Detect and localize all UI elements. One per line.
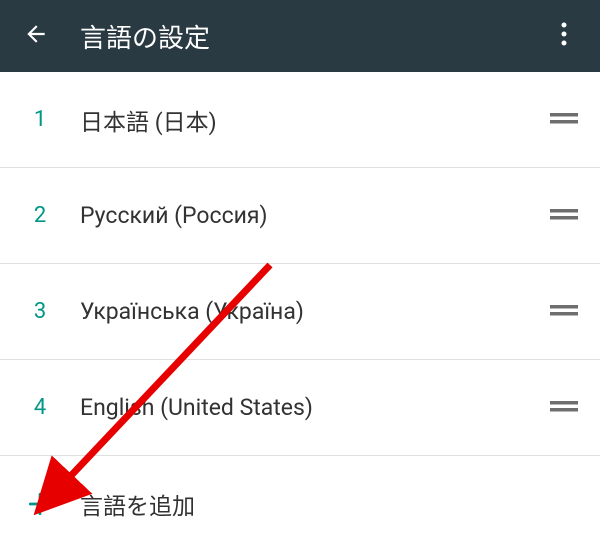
add-language-button[interactable]: 言語を追加 [0, 456, 600, 551]
drag-handle-icon [550, 398, 578, 417]
language-index: 4 [0, 395, 80, 420]
app-header: 言語の設定 [0, 0, 600, 72]
add-language-label: 言語を追加 [80, 487, 584, 521]
drag-handle-icon [550, 110, 578, 129]
language-index: 2 [0, 203, 80, 228]
drag-handle[interactable] [544, 206, 584, 225]
language-index: 3 [0, 299, 80, 324]
language-label: Русский (Россия) [80, 202, 544, 229]
drag-handle[interactable] [544, 110, 584, 129]
drag-handle[interactable] [544, 398, 584, 417]
more-vert-icon [561, 22, 567, 50]
language-label: Українська (Україна) [80, 298, 544, 325]
overflow-menu-button[interactable] [542, 14, 586, 58]
language-list: 1 日本語 (日本) 2 Русский (Россия) 3 Українсь… [0, 72, 600, 551]
drag-handle-icon [550, 302, 578, 321]
drag-handle[interactable] [544, 302, 584, 321]
language-item[interactable]: 4 English (United States) [0, 360, 600, 456]
language-label: 日本語 (日本) [80, 103, 544, 137]
plus-icon [0, 491, 80, 517]
language-label: English (United States) [80, 394, 544, 421]
language-item[interactable]: 3 Українська (Україна) [0, 264, 600, 360]
language-item[interactable]: 2 Русский (Россия) [0, 168, 600, 264]
page-title: 言語の設定 [80, 18, 542, 55]
language-index: 1 [0, 107, 80, 132]
drag-handle-icon [550, 206, 578, 225]
back-arrow-icon [23, 21, 49, 51]
back-button[interactable] [14, 14, 58, 58]
language-item[interactable]: 1 日本語 (日本) [0, 72, 600, 168]
